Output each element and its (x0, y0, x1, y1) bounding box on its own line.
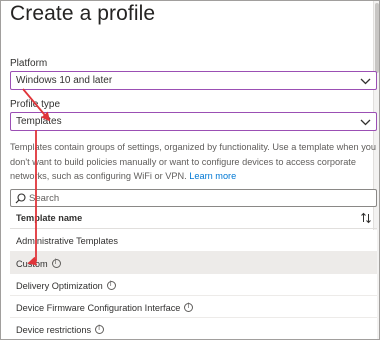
info-icon[interactable] (95, 324, 105, 334)
chevron-down-icon (360, 119, 371, 126)
row-name: Delivery Optimization (16, 280, 116, 291)
search-box[interactable] (10, 189, 377, 207)
templates-description: Templates contain groups of settings, or… (10, 140, 376, 184)
info-icon[interactable] (51, 258, 61, 268)
platform-dropdown[interactable]: Windows 10 and later (10, 71, 377, 90)
table-row[interactable]: Custom (10, 252, 377, 274)
table-row[interactable]: Device restrictions (10, 318, 377, 339)
page-title: Create a profile (10, 2, 156, 25)
profile-type-label: Profile type (10, 99, 61, 110)
chevron-down-icon (360, 78, 371, 85)
column-template-name[interactable]: Template name (16, 213, 82, 223)
table-row[interactable]: Administrative Templates (10, 230, 377, 252)
create-profile-panel: Create a profile Platform Windows 10 and… (0, 0, 380, 340)
row-name: Device restrictions (16, 324, 105, 335)
info-icon[interactable] (184, 302, 194, 312)
platform-value: Windows 10 and later (16, 75, 113, 86)
platform-label: Platform (10, 58, 48, 69)
scrollbar-thumb[interactable] (375, 3, 379, 73)
learn-more-link[interactable]: Learn more (189, 171, 236, 181)
info-icon[interactable] (106, 280, 116, 290)
profile-type-dropdown[interactable]: Templates (10, 112, 377, 131)
table-row[interactable]: Delivery Optimization (10, 274, 377, 296)
table-row[interactable]: Device Firmware Configuration Interface (10, 296, 377, 318)
sort-icon[interactable] (360, 212, 372, 224)
search-icon (15, 193, 26, 204)
row-name: Device Firmware Configuration Interface (16, 302, 194, 313)
search-input[interactable] (29, 191, 369, 205)
row-name: Custom (16, 258, 61, 269)
row-name: Administrative Templates (16, 236, 118, 246)
table-header: Template name (10, 207, 377, 229)
profile-type-value: Templates (16, 116, 62, 127)
